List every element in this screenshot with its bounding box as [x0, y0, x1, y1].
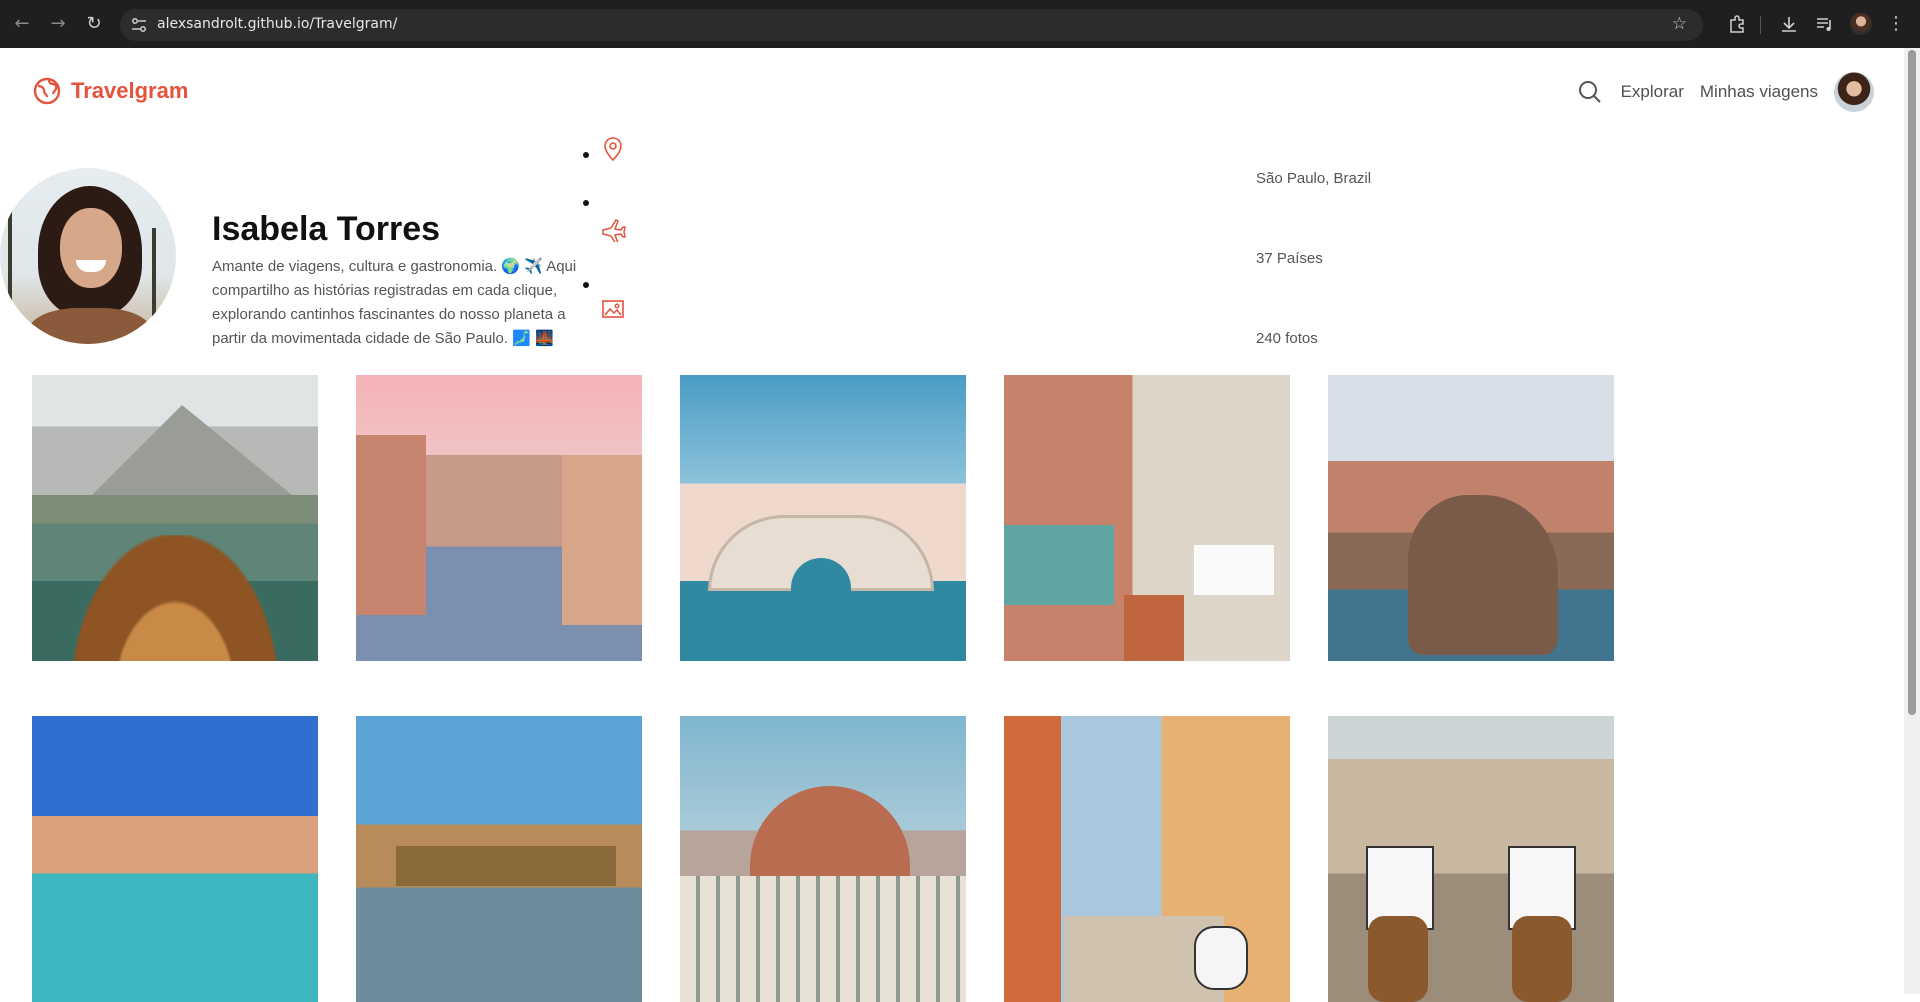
toolbar-divider [1760, 16, 1761, 34]
main-nav: Explorar Minhas viagens [1577, 72, 1874, 112]
brand-name: Travelgram [71, 78, 189, 103]
page-scrollbar[interactable] [1904, 48, 1920, 994]
stat-location: São Paulo, Brazil [1256, 170, 1372, 187]
gallery-photo-venice-canal[interactable] [356, 375, 642, 661]
airplane-icon [602, 219, 626, 242]
bookmark-star-icon[interactable]: ☆ [1672, 14, 1687, 34]
gallery-photo-cliff-village[interactable] [1328, 375, 1614, 661]
site-header: Travelgram Explorar Minhas viagens [0, 48, 1904, 138]
gallery-photo-ponte-vecchio[interactable] [356, 716, 642, 1002]
gallery-photo-canal-terrace[interactable] [1004, 375, 1290, 661]
extensions-icon[interactable] [1727, 14, 1747, 34]
address-bar[interactable]: alexsandrolt.github.io/Travelgram/ ☆ [120, 9, 1703, 41]
gallery-photo-rialto-bridge[interactable] [680, 375, 966, 661]
browser-profile-avatar[interactable] [1850, 13, 1872, 35]
brand-logo[interactable]: Travelgram [33, 77, 188, 105]
gallery-photo-restaurant-barrels[interactable] [1328, 716, 1614, 1002]
download-icon[interactable] [1779, 14, 1799, 34]
stat-bullet [583, 200, 589, 206]
browser-toolbar: ← → ↻ alexsandrolt.github.io/Travelgram/… [0, 0, 1920, 48]
search-icon[interactable] [1577, 79, 1603, 105]
media-controls-icon[interactable] [1815, 14, 1835, 34]
profile-name: Isabela Torres [212, 210, 441, 248]
site-info-icon[interactable] [130, 16, 148, 34]
stat-bullet [583, 152, 589, 158]
nav-minhas-viagens-link[interactable]: Minhas viagens [1700, 82, 1818, 102]
globe-icon [33, 77, 61, 105]
stat-bullet [583, 282, 589, 288]
stat-photos: 240 fotos [1256, 330, 1318, 347]
photo-gallery [32, 375, 1614, 1002]
user-avatar[interactable] [1834, 72, 1874, 112]
menu-kebab-icon[interactable]: ⋮ [1884, 12, 1908, 36]
gallery-photo-duomo[interactable] [680, 716, 966, 1002]
profile-bio: Amante de viagens, cultura e gastronomia… [212, 258, 577, 347]
back-icon[interactable]: ← [10, 12, 34, 36]
profile-photo [0, 168, 176, 344]
gallery-photo-alley-scooter[interactable] [1004, 716, 1290, 1002]
map-pin-icon [604, 137, 622, 162]
nav-explorar-link[interactable]: Explorar [1621, 82, 1684, 102]
gallery-photo-mountain-lake[interactable] [32, 375, 318, 661]
stat-countries: 37 Países [1256, 250, 1323, 267]
gallery-photo-coastal-village[interactable] [32, 716, 318, 1002]
scrollbar-thumb[interactable] [1908, 50, 1916, 715]
image-icon [602, 300, 624, 318]
reload-icon[interactable]: ↻ [82, 12, 106, 36]
url-text[interactable]: alexsandrolt.github.io/Travelgram/ [157, 16, 397, 32]
forward-icon[interactable]: → [46, 12, 70, 36]
